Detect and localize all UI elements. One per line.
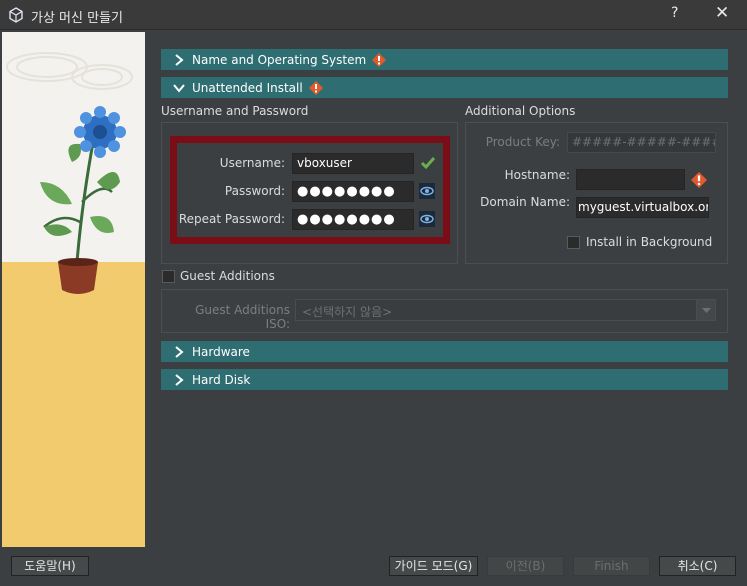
section-hard-disk-label: Hard Disk	[192, 372, 251, 387]
repeat-password-label: Repeat Password:	[178, 212, 285, 226]
install-background-label[interactable]: Install in Background	[586, 235, 712, 249]
hostname-field[interactable]	[576, 169, 685, 190]
guest-additions-iso-value: <선택하지 않음>	[302, 305, 393, 319]
section-hard-disk[interactable]: Hard Disk	[161, 369, 728, 390]
section-unattended[interactable]: Unattended Install	[161, 77, 728, 98]
dropdown-arrow-icon	[696, 300, 715, 320]
install-background-checkbox[interactable]	[567, 236, 580, 249]
product-key-field: #####-#####-#####-#####-#####	[567, 132, 716, 153]
back-button: 이전(B)	[487, 556, 564, 576]
finish-button: Finish	[573, 556, 650, 576]
guide-mode-button[interactable]: 가이드 모드(G)	[389, 556, 478, 576]
password-label: Password:	[224, 184, 285, 198]
username-field[interactable]: vboxuser	[292, 153, 414, 174]
flower-pot-image	[2, 32, 145, 547]
username-password-group-title: Username and Password	[161, 104, 309, 118]
virtualbox-icon	[9, 7, 23, 23]
guest-additions-iso-combo: <선택하지 않음>	[295, 299, 716, 321]
domain-name-label: Domain Name:	[480, 195, 570, 209]
guest-additions-checkbox[interactable]	[162, 270, 175, 283]
warning-icon	[308, 80, 323, 95]
check-icon	[420, 157, 436, 170]
section-hardware-label: Hardware	[192, 344, 250, 359]
guest-additions-label[interactable]: Guest Additions	[180, 269, 275, 283]
hostname-label: Hostname:	[504, 168, 570, 182]
chevron-down-icon	[173, 83, 185, 93]
window-title: 가상 머신 만들기	[31, 11, 123, 26]
show-password-eye-icon[interactable]	[419, 183, 435, 199]
show-password-eye-icon[interactable]	[419, 211, 435, 227]
wizard-window: Name and Operating System Unattended Ins…	[0, 30, 747, 586]
section-name-os[interactable]: Name and Operating System	[161, 49, 728, 70]
close-window-button[interactable]: ✕	[715, 3, 729, 23]
section-unattended-label: Unattended Install	[192, 80, 303, 95]
guest-additions-iso-label: Guest Additions ISO:	[195, 303, 290, 331]
chevron-right-icon	[175, 373, 184, 386]
product-key-label: Product Key:	[485, 135, 560, 149]
title-bar: 가상 머신 만들기 ? ✕	[0, 0, 747, 30]
help-title-button[interactable]: ?	[671, 5, 678, 21]
section-name-os-label: Name and Operating System	[192, 52, 367, 67]
additional-options-group-title: Additional Options	[465, 104, 576, 118]
chevron-right-icon	[175, 53, 184, 66]
help-button[interactable]: 도움말(H)	[11, 556, 89, 576]
warning-icon	[372, 52, 387, 67]
repeat-password-field[interactable]: ●●●●●●●●	[292, 209, 414, 230]
cancel-button[interactable]: 취소(C)	[659, 556, 736, 576]
wizard-illustration	[2, 32, 145, 547]
domain-name-field[interactable]: myguest.virtualbox.org	[576, 197, 709, 218]
chevron-right-icon	[175, 345, 184, 358]
section-hardware[interactable]: Hardware	[161, 341, 728, 362]
warning-icon	[691, 172, 707, 188]
username-label: Username:	[219, 156, 285, 170]
password-field[interactable]: ●●●●●●●●	[292, 181, 414, 202]
